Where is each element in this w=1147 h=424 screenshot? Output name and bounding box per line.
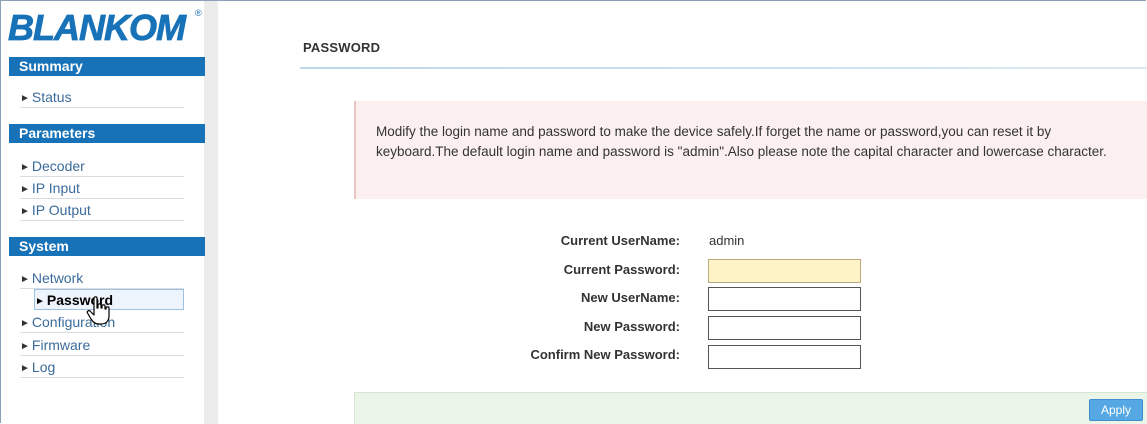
- registered-mark: ®: [195, 8, 202, 18]
- new-username-label: New UserName:: [581, 290, 680, 305]
- sidebar-item-label: Decoder: [31, 158, 85, 174]
- new-password-label: New Password:: [583, 319, 680, 334]
- page-title: PASSWORD: [303, 40, 381, 55]
- sidebar-item-label: Firmware: [31, 337, 91, 353]
- title-divider: [300, 67, 1147, 69]
- notice-box: Modify the login name and password to ma…: [354, 101, 1147, 199]
- sidebar-item-status[interactable]: ► Status: [20, 87, 184, 108]
- sidebar-item-label: Status: [31, 89, 72, 105]
- section-header-parameters: Parameters: [9, 124, 205, 143]
- sidebar-item-label: IP Input: [31, 180, 80, 196]
- current-username-label: Current UserName:: [560, 233, 680, 248]
- new-username-field[interactable]: [708, 287, 861, 311]
- current-password-field[interactable]: [708, 259, 861, 283]
- hand-pointer-icon: [86, 296, 112, 326]
- sidebar-item-ip-output[interactable]: ► IP Output: [20, 200, 184, 221]
- sidebar-item-decoder[interactable]: ► Decoder: [20, 156, 184, 177]
- arrow-right-icon: ►: [20, 341, 30, 352]
- logo-text: BLANKOM: [8, 7, 187, 48]
- sidebar-gutter: [204, 1, 218, 424]
- sidebar-item-label: Network: [31, 270, 84, 286]
- arrow-right-icon: ►: [20, 206, 30, 217]
- sidebar-item-label: Log: [31, 359, 56, 375]
- arrow-right-icon: ►: [20, 162, 30, 173]
- current-password-label: Current Password:: [563, 262, 680, 277]
- blankom-logo: BLANKOM ®: [7, 4, 205, 49]
- arrow-right-icon: ►: [35, 296, 45, 307]
- section-header-summary: Summary: [9, 57, 205, 76]
- sidebar-item-ip-input[interactable]: ► IP Input: [20, 178, 184, 199]
- confirm-password-field[interactable]: [708, 345, 861, 369]
- sidebar-item-log[interactable]: ► Log: [20, 357, 184, 378]
- arrow-right-icon: ►: [20, 93, 30, 104]
- sidebar-item-label: IP Output: [31, 202, 91, 218]
- arrow-right-icon: ►: [20, 184, 30, 195]
- new-password-field[interactable]: [708, 316, 861, 340]
- current-username-value: admin: [709, 233, 745, 248]
- sidebar-item-firmware[interactable]: ► Firmware: [20, 335, 184, 356]
- arrow-right-icon: ►: [20, 274, 30, 285]
- arrow-right-icon: ►: [20, 363, 30, 374]
- footer-bar: Apply: [354, 392, 1147, 424]
- section-header-system: System: [9, 237, 205, 256]
- notice-text: Modify the login name and password to ma…: [376, 124, 1107, 159]
- sidebar-item-network[interactable]: ► Network: [20, 268, 184, 289]
- confirm-password-label: Confirm New Password:: [530, 347, 680, 362]
- apply-button[interactable]: Apply: [1089, 399, 1143, 421]
- arrow-right-icon: ►: [20, 318, 30, 329]
